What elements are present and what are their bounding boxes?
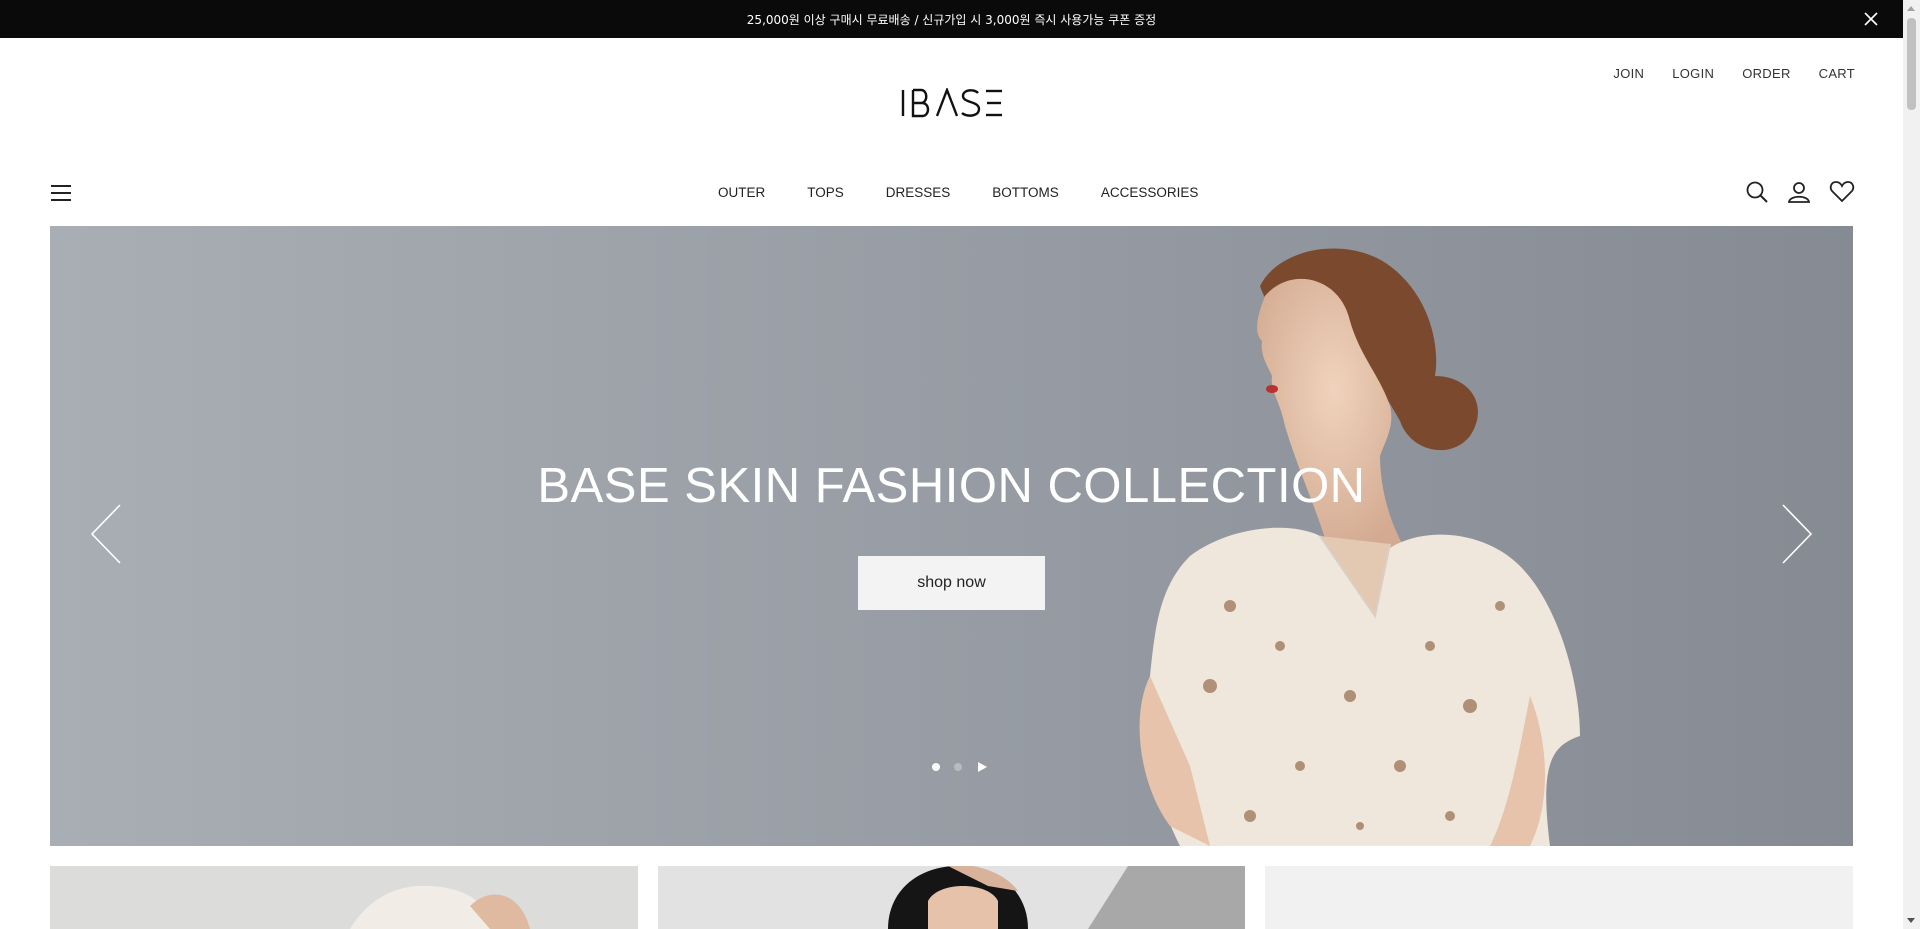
site-logo[interactable] <box>900 88 1004 118</box>
user-icon[interactable] <box>1787 180 1811 204</box>
scrollbar-thumb[interactable] <box>1907 18 1916 110</box>
login-link[interactable]: LOGIN <box>1672 66 1714 81</box>
search-icon[interactable] <box>1745 180 1769 204</box>
hamburger-menu-icon[interactable] <box>50 182 72 204</box>
page-scrollbar[interactable] <box>1903 0 1920 929</box>
announcement-text: 25,000원 이상 구매시 무료배송 / 신규가입 시 3,000원 즉시 사… <box>746 12 1157 27</box>
header-icons <box>1745 180 1855 204</box>
close-icon[interactable] <box>1861 9 1881 29</box>
join-link[interactable]: JOIN <box>1613 66 1644 81</box>
nav-item-tops[interactable]: TOPS <box>807 185 844 200</box>
nav-item-outer[interactable]: OUTER <box>718 185 765 200</box>
scroll-down-icon[interactable] <box>1907 918 1915 923</box>
slide-dot-2[interactable] <box>954 763 962 771</box>
heart-icon[interactable] <box>1829 180 1855 204</box>
cart-link[interactable]: CART <box>1819 66 1855 81</box>
main-nav: OUTER TOPS DRESSES BOTTOMS ACCESSORIES <box>718 185 1198 200</box>
nav-item-accessories[interactable]: ACCESSORIES <box>1101 185 1199 200</box>
order-link[interactable]: ORDER <box>1742 66 1790 81</box>
nav-item-bottoms[interactable]: BOTTOMS <box>992 185 1059 200</box>
tile-image-1[interactable] <box>50 866 638 929</box>
chevron-right-icon[interactable] <box>1779 503 1815 565</box>
slide-dot-1[interactable] <box>932 763 940 771</box>
tile-image-3[interactable] <box>1265 866 1853 929</box>
tile-image-2[interactable] <box>658 866 1245 929</box>
hero-title: BASE SKIN FASHION COLLECTION <box>537 459 1366 513</box>
slide-pagination <box>932 761 988 773</box>
nav-item-dresses[interactable]: DRESSES <box>886 185 951 200</box>
chevron-left-icon[interactable] <box>88 503 124 565</box>
shop-now-button[interactable]: shop now <box>858 556 1045 610</box>
category-tiles <box>50 866 1853 929</box>
announcement-bar: 25,000원 이상 구매시 무료배송 / 신규가입 시 3,000원 즉시 사… <box>0 0 1903 38</box>
hero-banner[interactable]: BASE SKIN FASHION COLLECTION shop now <box>50 226 1853 846</box>
hero-photo <box>50 226 1853 846</box>
play-icon[interactable] <box>976 761 988 773</box>
scroll-up-icon[interactable] <box>1907 6 1915 11</box>
utility-links: JOIN LOGIN ORDER CART <box>1613 66 1855 81</box>
